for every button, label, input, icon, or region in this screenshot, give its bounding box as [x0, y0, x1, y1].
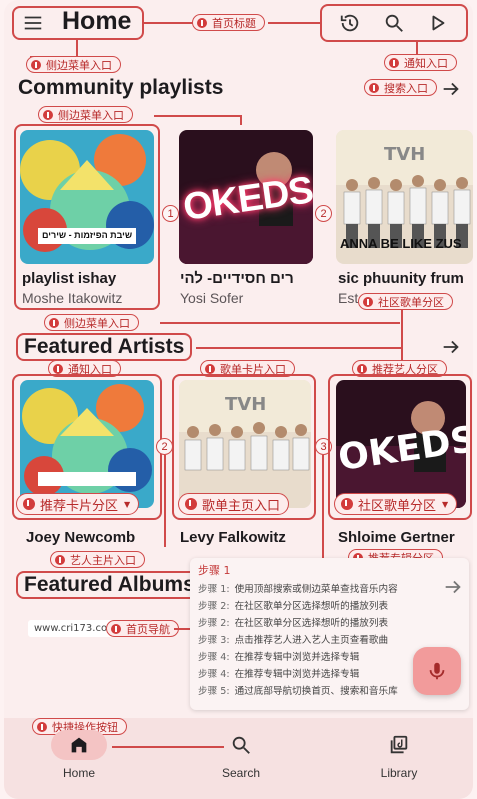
- playlist-cover: שיבת הפיזמות - שירים: [20, 130, 154, 264]
- playlist-title: רים חסידיים- להי: [180, 270, 294, 287]
- app-frame: Home 首页标题 侧边菜单入口 通知入口 Community playlist…: [4, 0, 473, 799]
- arrow-right-icon[interactable]: [440, 336, 462, 358]
- annotation-home-nav: 首页导航: [106, 620, 179, 637]
- community-playlists-title: Community playlists: [18, 76, 224, 99]
- playlist-author: Yosi Sofer: [180, 290, 244, 306]
- featured-albums-title: Featured Albums: [16, 571, 203, 599]
- cover-text: שיבת הפיזמות - שירים: [42, 230, 133, 240]
- search-icon[interactable]: [383, 12, 405, 34]
- featured-artists-title: Featured Artists: [16, 333, 193, 361]
- annotation-search: 搜索入口: [364, 79, 437, 96]
- cover-text: ANNA BE LIKE ZUS: [340, 236, 462, 251]
- svg-text:TVH: TVH: [225, 394, 266, 415]
- home-icon: [71, 737, 87, 753]
- annotation-menu: 侧边菜单入口: [26, 56, 121, 73]
- microphone-icon: [429, 662, 445, 680]
- chip-recommend-cards[interactable]: 推荐卡片分区 ▼: [16, 493, 140, 515]
- playlist-title: sic phuunity frum: [338, 270, 464, 287]
- step-row: 步骤 2: 在社区歌单分区选择想听的播放列表: [198, 601, 389, 612]
- playlist-title: playlist ishay: [22, 270, 117, 287]
- artist-image: [20, 380, 154, 508]
- annotation-community: 社区歌单分区: [358, 293, 453, 310]
- annotation-title: 首页标题: [192, 14, 265, 31]
- voice-fab[interactable]: [413, 647, 461, 695]
- playlist-cover[interactable]: OKEDS: [179, 130, 313, 264]
- annotation-num-2: 2: [315, 205, 332, 222]
- playlist-author: Moshe Itakowitz: [22, 290, 123, 306]
- library-icon: [390, 735, 408, 754]
- nav-library-label: Library: [380, 766, 418, 780]
- nav-search[interactable]: Search: [196, 730, 286, 780]
- play-icon[interactable]: [427, 12, 449, 34]
- nav-home[interactable]: Home: [34, 730, 124, 780]
- steps-title: 步骤 1: [198, 564, 231, 577]
- chip-playlist-home[interactable]: 歌单主页入口: [178, 493, 290, 515]
- arrow-right-icon[interactable]: [442, 576, 464, 598]
- artist-name: Levy Falkowitz: [180, 529, 286, 546]
- nav-library[interactable]: Library: [354, 730, 444, 780]
- annotation-artist-home: 艺人主片入口: [50, 551, 145, 568]
- artist-image: TVH: [179, 380, 311, 508]
- bottom-navigation: 快捷操作按钮 Home Search Library: [4, 718, 473, 799]
- top-actions: [320, 4, 468, 42]
- menu-icon: [24, 16, 42, 30]
- annotation-num-2b: 2: [156, 438, 173, 455]
- history-icon[interactable]: [339, 12, 361, 34]
- annotation-notify: 通知入口: [384, 54, 457, 71]
- playlist-cover[interactable]: TVH ANNA BE LIKE ZUS: [336, 130, 473, 264]
- arrow-right-icon[interactable]: [440, 78, 462, 100]
- nav-home-label: Home: [62, 766, 95, 780]
- step-row: 步骤 2: 在社区歌单分区选择想听的播放列表: [198, 618, 389, 629]
- search-icon: [232, 736, 250, 754]
- step-row: 步骤 3: 点击推荐艺人进入艺人主页查看歌曲: [198, 635, 389, 646]
- artist-image: OKEDS: [336, 380, 466, 508]
- annotation-num-1: 1: [162, 205, 179, 222]
- annotation-menu-2: 侧边菜单入口: [38, 106, 133, 123]
- page-title: Home: [62, 7, 132, 35]
- svg-text:TVH: TVH: [384, 144, 425, 165]
- artist-name: Joey Newcomb: [26, 529, 136, 546]
- nav-search-label: Search: [221, 766, 261, 780]
- step-row: 步骤 1: 使用顶部搜索或侧边菜单查找音乐内容: [198, 584, 398, 595]
- annotation-menu-3: 侧边菜单入口: [44, 314, 139, 331]
- artist-name: Shloime Gertner: [338, 529, 455, 546]
- chip-community-playlists[interactable]: 社区歌单分区 ▼: [334, 493, 458, 515]
